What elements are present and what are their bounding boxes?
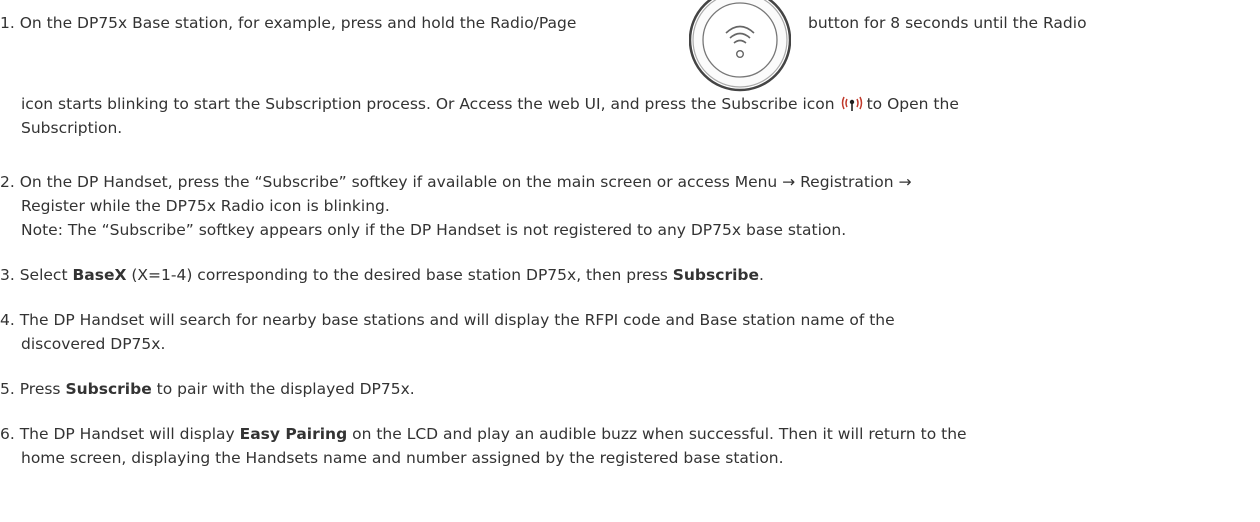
step-4-text-a: 4. The DP Handset will search for nearby… (0, 311, 895, 329)
step-5-line: 5. Press Subscribe to pair with the disp… (0, 378, 415, 400)
step-1-text-e: Subscription. (21, 119, 123, 137)
step-6-text-b: on the LCD and play an audible buzz when… (347, 425, 967, 443)
step-6-text-c: home screen, displaying the Handsets nam… (21, 449, 784, 467)
step-5-subscribe: Subscribe (65, 380, 152, 398)
step-4-line-2: discovered DP75x. (21, 333, 165, 355)
step-1-line-2: icon starts blinking to start the Subscr… (21, 93, 959, 115)
step-3-text-a: 3. Select (0, 266, 73, 284)
step-2-note-text: Note: The “Subscribe” softkey appears on… (21, 221, 847, 239)
step-3-basex: BaseX (72, 266, 127, 284)
step-6-text-a: 6. The DP Handset will display (0, 425, 240, 443)
step-3-text-c: . (759, 266, 764, 284)
step-1-text-c: icon starts blinking to start the Subscr… (21, 95, 835, 113)
step-6-line-2: home screen, displaying the Handsets nam… (21, 447, 784, 469)
step-2-note: Note: The “Subscribe” softkey appears on… (21, 219, 846, 241)
step-1-text-d: to Open the (866, 95, 959, 113)
step-5-text-a: 5. Press (0, 380, 66, 398)
step-1-line-1-cont: button for 8 seconds until the Radio (808, 12, 1087, 34)
step-1-text-b: button for 8 seconds until the Radio (808, 14, 1087, 32)
step-2-line-1: 2. On the DP Handset, press the “Subscri… (0, 171, 911, 193)
step-1-line-3: Subscription. (21, 117, 122, 139)
step-5-text-b: to pair with the displayed DP75x. (151, 380, 415, 398)
step-6-easy-pairing: Easy Pairing (239, 425, 348, 443)
step-4-text-b: discovered DP75x. (21, 335, 166, 353)
step-2-line-2: Register while the DP75x Radio icon is b… (21, 195, 390, 217)
step-2-text-a: 2. On the DP Handset, press the “Subscri… (0, 173, 912, 191)
step-3-text-b: (X=1-4) corresponding to the desired bas… (126, 266, 673, 284)
step-6-line-1: 6. The DP Handset will display Easy Pair… (0, 423, 967, 445)
radio-page-button-icon (689, 0, 791, 92)
subscribe-antenna-icon (841, 96, 862, 111)
step-3-subscribe: Subscribe (672, 266, 760, 284)
step-2-text-b: Register while the DP75x Radio icon is b… (21, 197, 390, 215)
step-1-text-a: 1. On the DP75x Base station, for exampl… (0, 14, 577, 32)
step-3-line: 3. Select BaseX (X=1-4) corresponding to… (0, 264, 764, 286)
step-1-line-1: 1. On the DP75x Base station, for exampl… (0, 12, 576, 34)
step-4-line-1: 4. The DP Handset will search for nearby… (0, 309, 895, 331)
